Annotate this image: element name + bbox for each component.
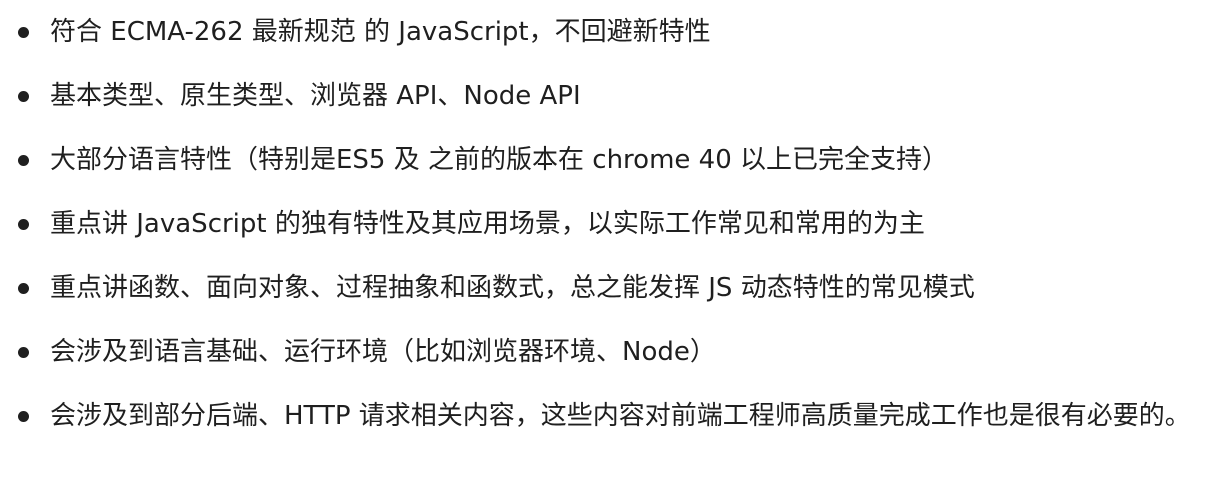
bullet-dot-icon xyxy=(18,27,29,38)
bullet-dot-icon xyxy=(18,91,29,102)
list-item-text: 大部分语言特性（特别是ES5 及 之前的版本在 chrome 40 以上已完全支… xyxy=(50,145,949,175)
list-item: 重点讲函数、面向对象、过程抽象和函数式，总之能发挥 JS 动态特性的常见模式 xyxy=(12,256,1212,320)
list-item: 符合 ECMA-262 最新规范 的 JavaScript，不回避新特性 xyxy=(12,0,1212,64)
list-item-text: 重点讲函数、面向对象、过程抽象和函数式，总之能发挥 JS 动态特性的常见模式 xyxy=(50,273,975,303)
bullet-dot-icon xyxy=(18,155,29,166)
list-item: 会涉及到部分后端、HTTP 请求相关内容，这些内容对前端工程师高质量完成工作也是… xyxy=(12,384,1212,448)
bullet-list: 符合 ECMA-262 最新规范 的 JavaScript，不回避新特性 基本类… xyxy=(12,0,1212,448)
list-item: 大部分语言特性（特别是ES5 及 之前的版本在 chrome 40 以上已完全支… xyxy=(12,128,1212,192)
list-item: 会涉及到语言基础、运行环境（比如浏览器环境、Node） xyxy=(12,320,1212,384)
bullet-dot-icon xyxy=(18,347,29,358)
list-item: 重点讲 JavaScript 的独有特性及其应用场景，以实际工作常见和常用的为主 xyxy=(12,192,1212,256)
list-item-text: 会涉及到部分后端、HTTP 请求相关内容，这些内容对前端工程师高质量完成工作也是… xyxy=(50,401,1191,431)
list-item-text: 符合 ECMA-262 最新规范 的 JavaScript，不回避新特性 xyxy=(50,17,711,47)
list-item-text: 会涉及到语言基础、运行环境（比如浏览器环境、Node） xyxy=(50,337,716,367)
bullet-dot-icon xyxy=(18,411,29,422)
list-item-text: 基本类型、原生类型、浏览器 API、Node API xyxy=(50,81,581,111)
bullet-dot-icon xyxy=(18,219,29,230)
bullet-dot-icon xyxy=(18,283,29,294)
list-item-text: 重点讲 JavaScript 的独有特性及其应用场景，以实际工作常见和常用的为主 xyxy=(50,209,925,239)
list-item: 基本类型、原生类型、浏览器 API、Node API xyxy=(12,64,1212,128)
